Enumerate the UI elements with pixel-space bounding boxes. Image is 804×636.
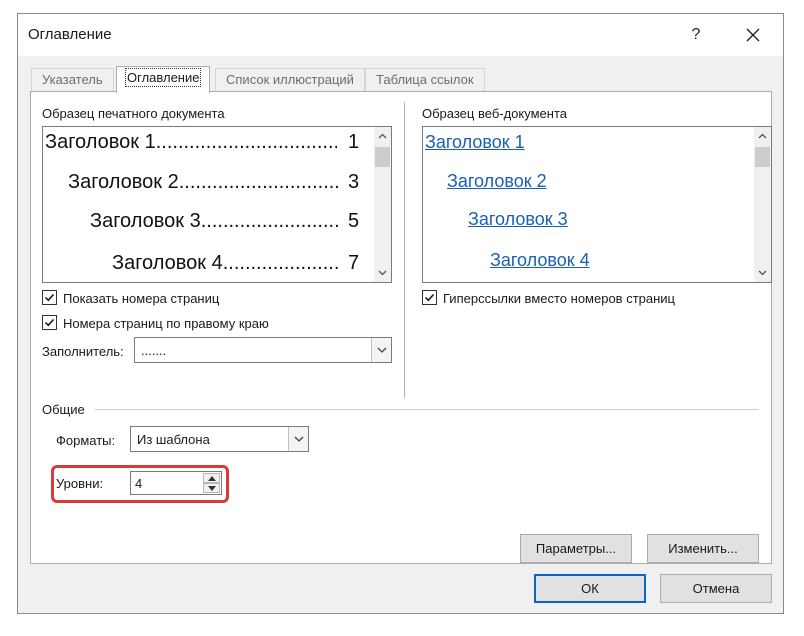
web-link-2[interactable]: Заголовок 2 [447, 171, 547, 192]
scroll-down-icon[interactable] [758, 268, 767, 277]
print-page-2: 3 [348, 171, 360, 193]
toc-dialog: Оглавление ? Указатель Оглавление Список… [17, 13, 784, 614]
print-page-4: 7 [348, 252, 360, 274]
general-group-title: Общие [42, 402, 85, 417]
check-icon [44, 318, 55, 327]
tab-label: Указатель [42, 72, 103, 87]
params-button[interactable]: Параметры... [520, 534, 632, 563]
tab-figures[interactable]: Список иллюстраций [215, 68, 365, 92]
tab-label: Список иллюстраций [226, 72, 354, 87]
dropdown-arrow[interactable] [288, 427, 308, 451]
ok-button[interactable]: ОК [534, 574, 646, 603]
print-line-1: Заголовок 1.............................… [45, 131, 337, 153]
formats-value: Из шаблона [137, 432, 210, 447]
close-button[interactable] [738, 21, 768, 49]
title-bar: Оглавление ? [18, 14, 783, 56]
print-preview-scrollbar[interactable] [374, 127, 391, 282]
web-link-3[interactable]: Заголовок 3 [468, 209, 568, 230]
chevron-down-icon [294, 436, 304, 442]
vertical-divider [404, 102, 405, 398]
formats-label: Форматы: [56, 433, 116, 448]
check-icon [44, 293, 55, 302]
right-align-checkbox[interactable] [42, 315, 57, 330]
web-preview-label: Образец веб-документа [422, 106, 567, 121]
tab-leader-select[interactable]: ....... [134, 337, 392, 363]
web-link-4[interactable]: Заголовок 4 [490, 250, 590, 271]
print-page-3: 5 [348, 210, 360, 232]
tab-label: Таблица ссылок [376, 72, 474, 87]
print-line-4: Заголовок 4.............................… [112, 252, 339, 274]
show-page-numbers-label[interactable]: Показать номера страниц [63, 291, 219, 306]
web-preview-scrollbar[interactable] [754, 127, 771, 282]
tab-toc[interactable]: Оглавление [116, 66, 211, 93]
cancel-button[interactable]: Отмена [660, 574, 772, 603]
close-icon [746, 28, 760, 42]
print-preview-label: Образец печатного документа [42, 106, 225, 121]
print-preview[interactable]: Заголовок 1.............................… [42, 126, 392, 283]
scroll-down-icon[interactable] [378, 268, 387, 277]
hyperlinks-checkbox[interactable] [422, 290, 437, 305]
help-button[interactable]: ? [681, 21, 711, 49]
chevron-down-icon [377, 347, 387, 353]
formats-select[interactable]: Из шаблона [130, 426, 309, 452]
right-align-label[interactable]: Номера страниц по правому краю [63, 316, 269, 331]
dialog-title: Оглавление [28, 26, 112, 43]
scroll-thumb[interactable] [755, 147, 770, 167]
print-page-1: 1 [348, 131, 360, 153]
print-line-2: Заголовок 2.............................… [68, 171, 339, 193]
print-line-3: Заголовок 3.............................… [90, 210, 339, 232]
levels-highlight-box [51, 465, 229, 503]
check-icon [424, 293, 435, 302]
web-link-1[interactable]: Заголовок 1 [425, 132, 525, 153]
hyperlinks-label[interactable]: Гиперссылки вместо номеров страниц [443, 291, 675, 306]
tab-leader-value: ....... [141, 343, 167, 358]
tab-label: Оглавление [124, 68, 202, 87]
scroll-up-icon[interactable] [758, 132, 767, 141]
modify-button[interactable]: Изменить... [647, 534, 759, 563]
show-page-numbers-checkbox[interactable] [42, 290, 57, 305]
scroll-up-icon[interactable] [378, 132, 387, 141]
tab-panel: Образец печатного документа Заголовок 1.… [30, 91, 772, 564]
tab-leader-label: Заполнитель: [42, 344, 124, 359]
web-preview[interactable]: Заголовок 1 Заголовок 2 Заголовок 3 Заго… [422, 126, 772, 283]
dropdown-arrow[interactable] [371, 338, 391, 362]
tab-index[interactable]: Указатель [31, 68, 114, 92]
tab-citations[interactable]: Таблица ссылок [365, 68, 485, 92]
group-divider [95, 409, 759, 410]
scroll-thumb[interactable] [375, 147, 390, 167]
